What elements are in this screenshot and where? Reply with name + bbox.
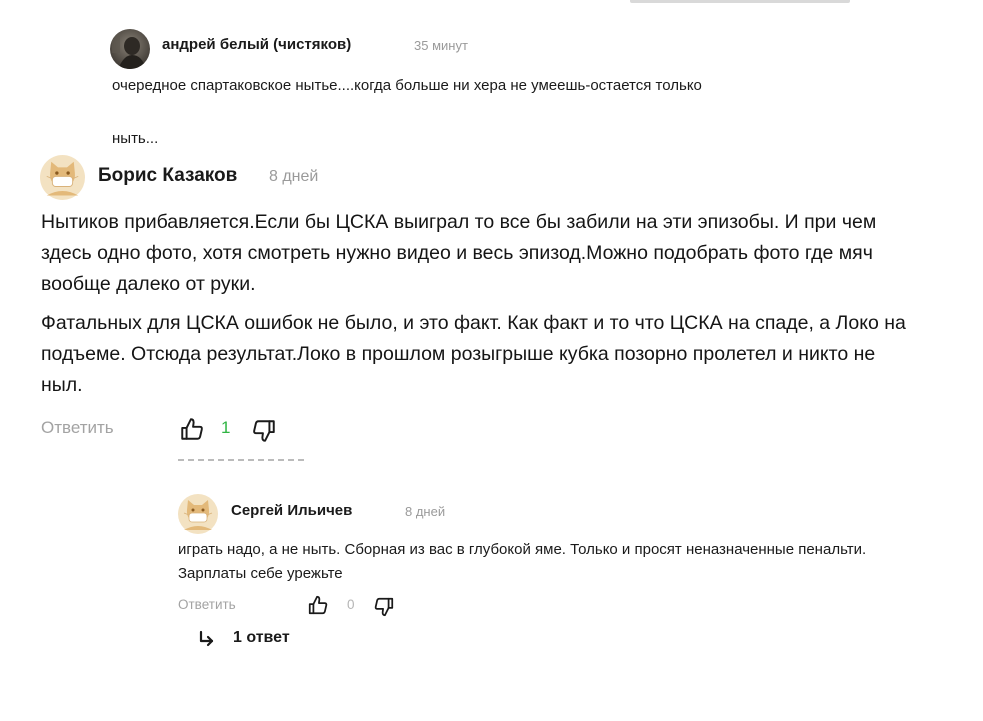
- like-count: 1: [221, 418, 231, 437]
- thumbs-down-icon[interactable]: [251, 418, 277, 444]
- thumbs-down-icon[interactable]: [373, 596, 395, 618]
- comment-author[interactable]: Сергей Ильичев: [231, 502, 352, 519]
- reply-button[interactable]: Ответить: [178, 597, 236, 612]
- divider: [178, 459, 305, 461]
- cat-mask-avatar-icon: [178, 494, 218, 534]
- comment-author[interactable]: андрей белый (чистяков): [162, 36, 351, 53]
- comment-text: играть надо, а не ныть. Сборная из вас в…: [178, 541, 867, 582]
- comment-text: ныть...: [112, 130, 159, 147]
- comment-text: очередное спартаковское нытье....когда б…: [112, 77, 702, 94]
- avatar[interactable]: [110, 29, 150, 69]
- comment-time: 35 минут: [414, 38, 468, 53]
- reply-button[interactable]: Ответить: [41, 418, 114, 438]
- comment-time: 8 дней: [405, 504, 446, 519]
- comment-paragraph: Фатальных для ЦСКА ошибок не было, и это…: [41, 312, 906, 396]
- thumbs-up-icon[interactable]: [307, 594, 329, 616]
- reply-arrow-icon[interactable]: [197, 629, 217, 649]
- avatar[interactable]: [178, 494, 218, 534]
- avatar[interactable]: [40, 155, 85, 200]
- like-count: 0: [347, 597, 355, 612]
- cat-mask-avatar-icon: [40, 155, 85, 200]
- thumbs-up-icon[interactable]: [179, 416, 205, 442]
- show-replies-link[interactable]: 1 ответ: [233, 629, 290, 647]
- comment-author[interactable]: Борис Казаков: [98, 165, 237, 187]
- comment-paragraph: Нытиков прибавляется.Если бы ЦСКА выигра…: [41, 211, 877, 295]
- top-edge-fragment: [630, 0, 850, 3]
- comment-time: 8 дней: [269, 168, 319, 185]
